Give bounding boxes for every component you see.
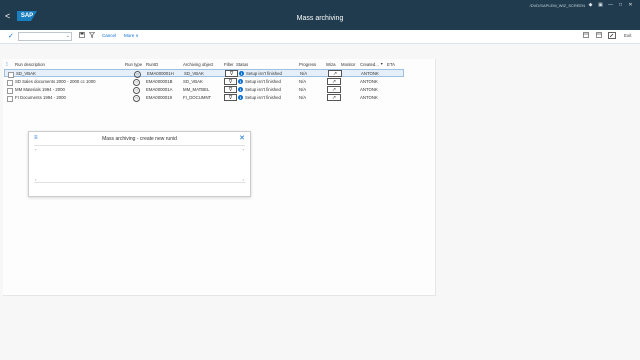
info-icon: i: [238, 95, 243, 100]
transaction-code: /DVD/SAPLEM_WIZ_SCREEN: [529, 3, 585, 8]
close-icon[interactable]: ✕: [627, 2, 634, 8]
command-field[interactable]: ⌄: [18, 32, 72, 41]
progress: N/A: [300, 71, 308, 76]
run-description: SD_VBAK: [16, 71, 36, 76]
toolbar: ✓ ⌄ Cancel More ∨ Exit: [0, 30, 640, 44]
corner-marker-icon: ⌞: [35, 176, 37, 181]
column-header-progress[interactable]: Progress: [299, 62, 316, 67]
run-description: MM Materials 1994 - 2000: [15, 87, 65, 92]
corner-marker-icon: ⌝: [242, 148, 244, 153]
column-header-run-type[interactable]: Run type: [125, 62, 142, 67]
row-checkbox[interactable]: [7, 96, 13, 102]
corner-marker-icon: ⌟: [242, 176, 244, 181]
page-title: Mass archiving: [296, 15, 344, 22]
column-header-archiving-object[interactable]: Archiving object: [183, 62, 213, 67]
runid: EMA000001B: [146, 79, 173, 84]
status-text: Setup isn't finished: [246, 71, 282, 76]
wizard-launch-icon[interactable]: ↗: [327, 86, 341, 93]
table-row[interactable]: MM Materials 1994 - 2000 ◷ EMA000001A MM…: [4, 86, 404, 94]
status-text: Setup isn't finished: [245, 79, 281, 84]
archiving-object: SD_VBAK: [183, 79, 203, 84]
status-text: Setup isn't finished: [245, 95, 281, 100]
status-text: Setup isn't finished: [245, 87, 281, 92]
display-icon[interactable]: [596, 32, 602, 40]
select-all-icon[interactable]: ⁝: [6, 61, 8, 68]
filter-icon[interactable]: ∇: [224, 86, 237, 93]
confirm-button[interactable]: ✓: [8, 32, 14, 40]
column-header-wiza[interactable]: Wiza: [326, 62, 336, 67]
filter-icon[interactable]: [88, 32, 96, 40]
info-icon: i: [238, 87, 243, 92]
layout-icon[interactable]: [583, 32, 589, 40]
column-header-run-description[interactable]: Run description: [15, 62, 45, 67]
info-icon: i: [239, 71, 244, 76]
more-menu-label: More: [124, 33, 135, 38]
table-row[interactable]: FI Documents 1994 - 2000 ◷ EMA0000019 FI…: [4, 94, 404, 102]
clock-icon: ◷: [133, 95, 140, 102]
runid: EMA000001A: [146, 87, 173, 92]
save-icon[interactable]: [79, 32, 85, 40]
column-header-created[interactable]: Created...: [360, 62, 379, 67]
sort-descending-icon: ▼: [380, 62, 384, 66]
column-header-filter[interactable]: Filter: [224, 62, 234, 67]
dialog-title: Mass archiving - create new runid: [102, 136, 177, 142]
filter-icon[interactable]: ∇: [224, 94, 237, 101]
created-by: ANTONK: [360, 79, 378, 84]
progress: N/A: [299, 79, 307, 84]
column-header-eta[interactable]: ETA: [387, 62, 395, 67]
created-by: ANTONK: [360, 95, 378, 100]
exit-button[interactable]: Exit: [624, 33, 632, 38]
corner-marker-icon: ⌜: [35, 148, 37, 153]
runid: EMA000001H: [147, 71, 174, 76]
table-row[interactable]: SD_VBAK ◷ EMA000001H SD_VBAK ∇ i Setup i…: [4, 69, 404, 78]
wizard-launch-icon[interactable]: ↗: [327, 94, 341, 101]
chevron-down-icon: ∨: [135, 33, 139, 38]
archiving-object: FI_DOCUMNT: [183, 95, 212, 100]
runid: EMA0000019: [146, 95, 173, 100]
window-controls: ◆ ▣ — □ ✕: [587, 2, 634, 8]
more-menu-button[interactable]: More ∨: [124, 33, 139, 39]
info-icon: i: [238, 79, 243, 84]
create-runid-dialog: ≡ Mass archiving - create new runid ✕ ⌜ …: [28, 131, 251, 197]
progress: N/A: [299, 95, 307, 100]
table-row[interactable]: SD Sales documents 2000 - 2000 cc 1000 ◷…: [4, 78, 404, 86]
cancel-button[interactable]: Cancel: [102, 33, 116, 38]
archiving-object: MM_MATBEL: [183, 87, 210, 92]
run-description: FI Documents 1994 - 2000: [15, 95, 66, 100]
progress: N/A: [299, 87, 307, 92]
run-description: SD Sales documents 2000 - 2000 cc 1000: [15, 79, 96, 84]
created-by: ANTONK: [361, 71, 379, 76]
fullscreen-icon[interactable]: [608, 32, 616, 41]
clock-icon: ◷: [133, 79, 140, 86]
minimize-icon[interactable]: —: [607, 2, 614, 8]
filter-icon[interactable]: ∇: [225, 70, 238, 77]
clock-icon: ◷: [134, 71, 141, 78]
chevron-down-icon: ⌄: [65, 33, 70, 39]
maximize-icon[interactable]: □: [617, 2, 624, 8]
wizard-launch-icon[interactable]: ↗: [328, 70, 342, 77]
wizard-launch-icon[interactable]: ↗: [327, 78, 341, 85]
screen-icon[interactable]: ▣: [597, 2, 604, 8]
dialog-body: ⌜ ⌝ ⌞ ⌟: [34, 145, 245, 183]
settings-icon[interactable]: ◆: [587, 2, 594, 8]
shell-bar: < SAP /DVD/SAPLEM_WIZ_SCREEN ◆ ▣ — □ ✕ M…: [0, 0, 640, 30]
archiving-object: SD_VBAK: [184, 71, 204, 76]
clock-icon: ◷: [133, 87, 140, 94]
column-header-monitor[interactable]: Monitor: [341, 62, 355, 67]
filter-icon[interactable]: ∇: [224, 78, 237, 85]
column-header-status[interactable]: Status: [236, 62, 248, 67]
created-by: ANTONK: [360, 87, 378, 92]
close-icon[interactable]: ✕: [239, 134, 245, 142]
column-header-runid[interactable]: RunID: [146, 62, 158, 67]
